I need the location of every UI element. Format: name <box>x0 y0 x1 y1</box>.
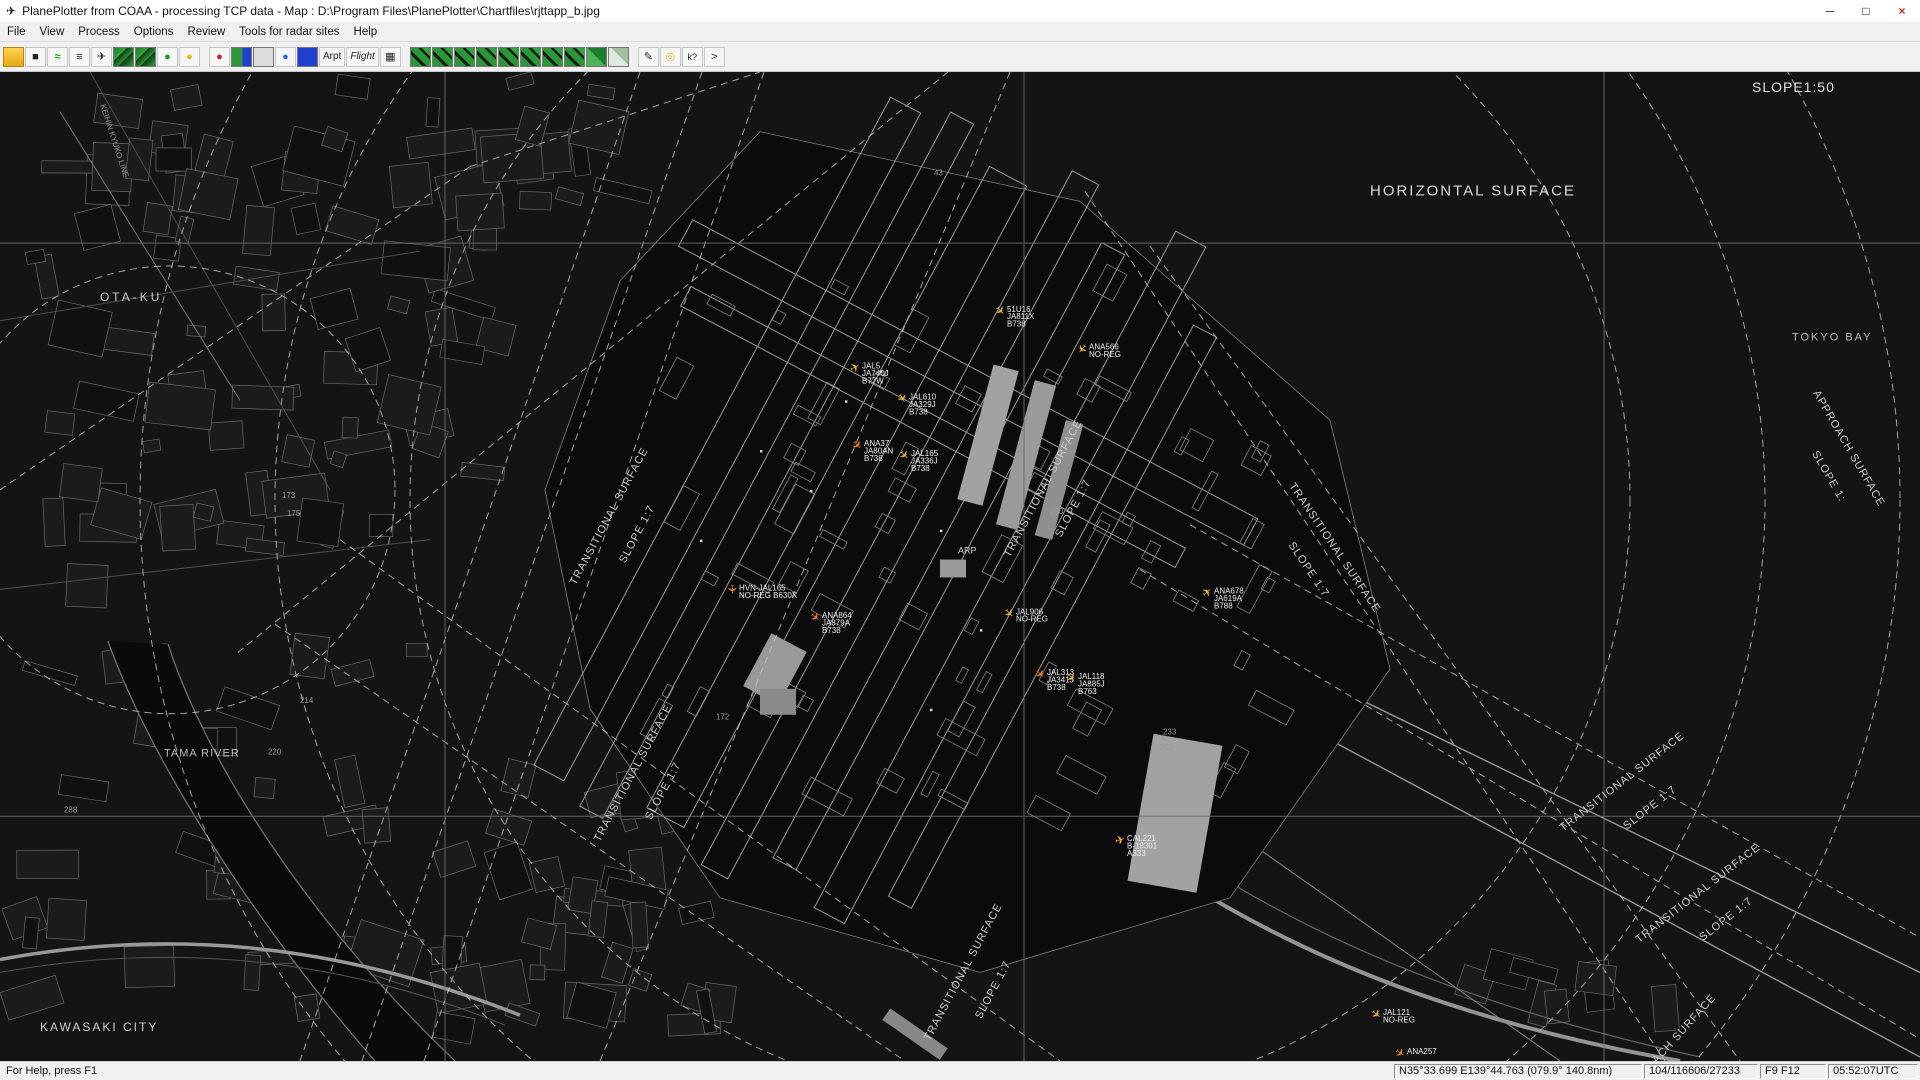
flight-button[interactable]: Flight <box>346 47 378 67</box>
chart-button-1[interactable] <box>410 47 431 67</box>
aircraft-view-button[interactable]: ✈ <box>91 47 112 67</box>
chart-window-button[interactable] <box>135 47 156 67</box>
menu-item-review[interactable]: Review <box>180 25 232 39</box>
message-log-button[interactable]: ≡ <box>69 47 90 67</box>
chart-label: TAMA RIVER <box>164 748 240 760</box>
chart-button-5[interactable] <box>498 47 519 67</box>
more-tools-button[interactable]: > <box>704 47 725 67</box>
signal-button[interactable]: ≈ <box>47 47 68 67</box>
menu-bar: FileViewProcessOptionsReviewTools for ra… <box>0 22 1920 42</box>
chart-button-6[interactable] <box>520 47 541 67</box>
map-area[interactable]: 43 173 175 214 220 288 172 280 233 253 SLOPE1:50 H… <box>0 72 1920 1061</box>
window-controls: ─ □ × <box>1812 0 1920 22</box>
aircraft-target[interactable]: ✈JAL121NO-REG <box>1368 1006 1415 1025</box>
chart-label: OTA-KU <box>100 290 162 304</box>
spot-height: 233 <box>1163 728 1177 737</box>
spot-height: 220 <box>268 748 282 757</box>
status-utc-time: 05:52:07UTC <box>1828 1064 1918 1079</box>
close-button[interactable]: × <box>1884 0 1920 22</box>
record-button[interactable]: ● <box>209 47 230 67</box>
share-button[interactable] <box>297 47 318 67</box>
radar-target[interactable] <box>700 540 702 542</box>
window-title: PlanePlotter from COAA - processing TCP … <box>22 4 600 18</box>
chart-button-4[interactable] <box>476 47 497 67</box>
hint-button[interactable]: ◎ <box>660 47 681 67</box>
aircraft-label: ANA566NO-REG <box>1089 343 1121 359</box>
planeplotter-window: ✈ PlanePlotter from COAA - processing TC… <box>0 0 1920 1080</box>
status-help-text: For Help, press F1 <box>0 1065 1394 1077</box>
spot-height: 175 <box>287 509 301 518</box>
radar-target[interactable] <box>980 629 982 631</box>
flag-view-button[interactable] <box>231 47 252 67</box>
spot-height: 43 <box>934 168 943 177</box>
menu-item-help[interactable]: Help <box>347 25 385 39</box>
spot-height: 253 <box>1160 744 1174 753</box>
radar-target[interactable] <box>760 450 762 452</box>
stop-button[interactable]: ■ <box>25 47 46 67</box>
yellow-status-button[interactable]: ● <box>179 47 200 67</box>
chart-button-2[interactable] <box>432 47 453 67</box>
status-position: N35°33.699 E139°44.763 (079.9° 140.8nm) <box>1394 1064 1642 1079</box>
app-icon: ✈ <box>6 4 16 18</box>
spot-height: 288 <box>64 805 78 814</box>
toolbar-separator <box>402 47 409 67</box>
menu-item-file[interactable]: File <box>0 25 33 39</box>
aircraft-target[interactable]: ✈JAL906NO-REG <box>1000 605 1047 624</box>
chart-label: SLOPE1:50 <box>1752 79 1835 95</box>
context-help-button[interactable]: k? <box>682 47 703 67</box>
status-function-keys: F9 F12 <box>1760 1064 1826 1079</box>
draw-button[interactable]: ✎ <box>638 47 659 67</box>
menu-item-options[interactable]: Options <box>127 25 181 39</box>
spot-height: 280 <box>1050 507 1064 516</box>
title-bar: ✈ PlanePlotter from COAA - processing TC… <box>0 0 1920 22</box>
arpt-button[interactable]: Arpt <box>319 47 345 67</box>
chart-button-7[interactable] <box>542 47 563 67</box>
radar-target[interactable] <box>940 530 942 532</box>
toolbar: ■≈≡✈●●●●ArptFlight▦✎◎k?> <box>0 42 1920 72</box>
maximize-button[interactable]: □ <box>1848 0 1884 22</box>
chart-label: KAWASAKI CITY <box>40 1020 158 1034</box>
spot-height: 173 <box>282 491 296 500</box>
chart-button-8[interactable] <box>564 47 585 67</box>
chart-button-3[interactable] <box>454 47 475 67</box>
toolbar-separator <box>201 47 208 67</box>
spot-height: 214 <box>300 696 314 705</box>
status-counters: 104/116606/27233 <box>1644 1064 1758 1079</box>
aux-view-button[interactable] <box>253 47 274 67</box>
chart-button-9[interactable] <box>586 47 607 67</box>
green-status-button[interactable]: ● <box>157 47 178 67</box>
radar-target[interactable] <box>930 709 932 711</box>
toolbar-separator <box>630 47 637 67</box>
chart-button-10[interactable] <box>608 47 629 67</box>
radar-target[interactable] <box>810 490 812 492</box>
menu-item-view[interactable]: View <box>33 25 72 39</box>
spot-height: 172 <box>716 713 730 722</box>
table-button[interactable]: ▦ <box>380 47 401 67</box>
menu-item-tools-for-radar-sites[interactable]: Tools for radar sites <box>232 25 346 39</box>
chart-label: ARP <box>958 546 977 556</box>
aircraft-label: ANA257 <box>1407 1047 1437 1056</box>
radar-target[interactable] <box>845 400 847 402</box>
status-bar: For Help, press F1 N35°33.699 E139°44.76… <box>0 1061 1920 1080</box>
menu-item-process[interactable]: Process <box>71 25 127 39</box>
minimize-button[interactable]: ─ <box>1812 0 1848 22</box>
open-file-button[interactable] <box>3 47 24 67</box>
airport-chart[interactable]: 43 173 175 214 220 288 172 280 233 253 SLOPE1:50 H… <box>0 72 1920 1061</box>
chart-label: HORIZONTAL SURFACE <box>1370 182 1576 199</box>
globe-button[interactable]: ● <box>275 47 296 67</box>
map-window-button[interactable] <box>113 47 134 67</box>
chart-label: TOKYO BAY <box>1792 332 1873 344</box>
aircraft-icon: ✈ <box>725 584 739 594</box>
